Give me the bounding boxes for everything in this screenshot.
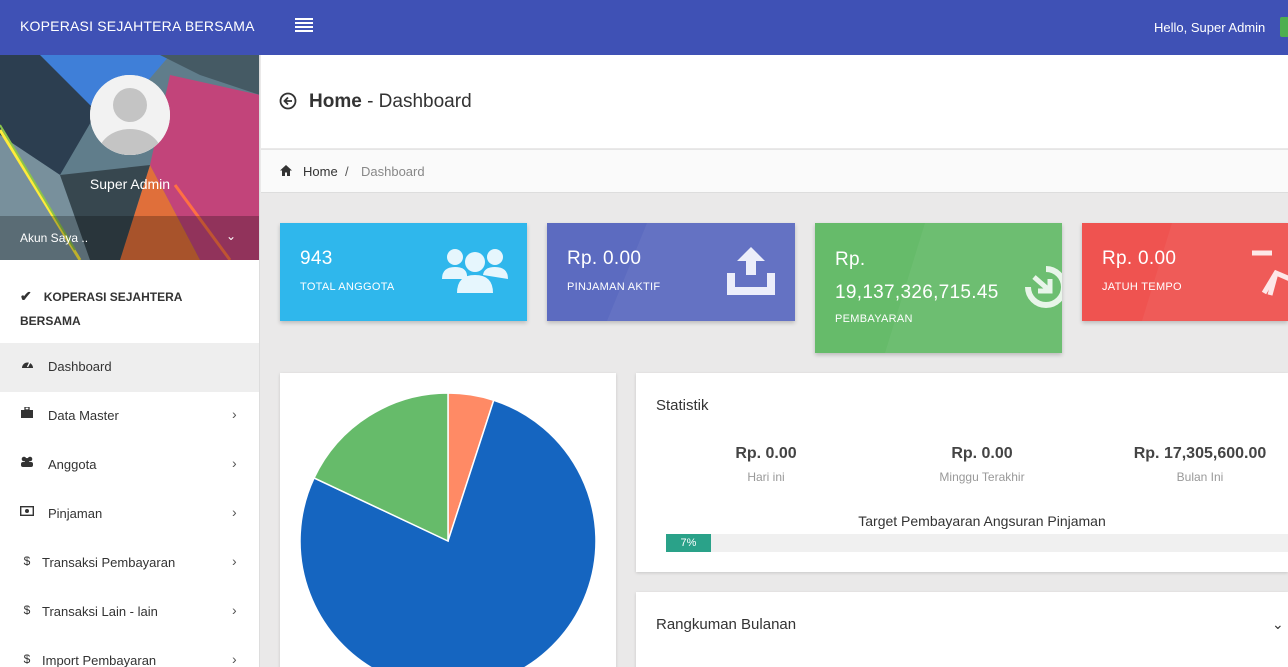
- sidebar-item-label: Pinjaman: [48, 506, 103, 521]
- sidebar-menu: Dashboard Data Master › Anggota › Pinjam…: [0, 343, 259, 667]
- sidebar-item-label: Transaksi Lain - lain: [42, 604, 158, 619]
- breadcrumb-separator: /: [345, 164, 349, 179]
- stat-value: Rp. 0.00: [951, 445, 1013, 462]
- chevron-right-icon: ›: [232, 553, 237, 569]
- home-icon: [280, 165, 292, 176]
- sidebar-item-label: Transaksi Pembayaran: [42, 555, 176, 570]
- statistik-card: Statistik Rp. 0.00 Hari ini Rp. 0.00 Min…: [636, 373, 1288, 572]
- dollar-icon: $: [23, 554, 31, 568]
- pie-chart-card: [280, 373, 616, 667]
- top-navbar: KOPERASI SEJAHTERA BERSAMA Hello, Super …: [0, 0, 1288, 55]
- stat-hari-ini: Rp. 0.00 Hari ini: [666, 445, 866, 484]
- info-box-caption: JATUH TEMPO: [1102, 281, 1182, 293]
- info-box-pembayaran[interactable]: Rp. 19,137,326,715.45 PEMBAYARAN: [815, 223, 1062, 353]
- sidebar-item-anggota[interactable]: Anggota ›: [0, 441, 259, 490]
- chevron-down-icon[interactable]: ⌄: [1272, 616, 1284, 633]
- info-box-caption: PINJAMAN AKTIF: [567, 281, 661, 293]
- dashboard-icon: [20, 358, 34, 372]
- rangkuman-title: Rangkuman Bulanan: [656, 616, 797, 633]
- pen-nib-icon: [1252, 250, 1288, 296]
- briefcase-icon: [20, 406, 34, 421]
- refresh-arrow-icon: [1025, 266, 1062, 308]
- page-title-main: Home: [309, 91, 362, 112]
- rangkuman-bulanan-card[interactable]: Rangkuman Bulanan ⌄: [636, 592, 1288, 667]
- check-icon: ✔: [20, 288, 32, 304]
- breadcrumb-current: Dashboard: [361, 164, 425, 179]
- pie-chart[interactable]: [280, 373, 616, 667]
- page-title: Home - Dashboard: [309, 91, 472, 113]
- page-header: Home - Dashboard: [261, 55, 1288, 148]
- stat-label: Minggu Terakhir: [939, 470, 1025, 484]
- group-icon: [442, 249, 508, 293]
- sidebar-item-transaksi-lain[interactable]: $ Transaksi Lain - lain ›: [0, 588, 259, 637]
- sidebar-section-title: ✔ KOPERASI SEJAHTERA BERSAMA: [20, 288, 182, 328]
- dollar-icon: $: [23, 603, 31, 617]
- sidebar-item-pinjaman[interactable]: Pinjaman ›: [0, 490, 259, 539]
- sidebar-item-dashboard[interactable]: Dashboard: [0, 343, 259, 392]
- user-panel: Super Admin Akun Saya .. ⌄: [0, 55, 259, 260]
- breadcrumb: Home / Dashboard: [261, 149, 1288, 193]
- info-box-jatuh-tempo[interactable]: Rp. 0.00 JATUH TEMPO: [1082, 223, 1288, 321]
- stat-minggu-terakhir: Rp. 0.00 Minggu Terakhir: [882, 445, 1082, 484]
- user-greeting[interactable]: Hello, Super Admin: [1154, 20, 1265, 35]
- info-box-caption: PEMBAYARAN: [835, 313, 913, 325]
- menu-toggle-icon[interactable]: [295, 18, 313, 34]
- chevron-right-icon: ›: [232, 602, 237, 618]
- page-title-sub: - Dashboard: [361, 91, 472, 112]
- account-dropdown[interactable]: Akun Saya .. ⌄: [0, 216, 259, 260]
- sidebar-item-label: Anggota: [48, 457, 97, 472]
- info-box-value: Rp. 0.00: [567, 248, 642, 269]
- info-box-value: 943: [300, 248, 333, 269]
- info-box-pinjaman-aktif[interactable]: Rp. 0.00 PINJAMAN AKTIF: [547, 223, 795, 321]
- target-progress-bar: 7%: [666, 534, 1288, 552]
- breadcrumb-home-link[interactable]: Home: [303, 164, 338, 179]
- sidebar-item-data-master[interactable]: Data Master ›: [0, 392, 259, 441]
- sidebar-item-label: Dashboard: [48, 359, 112, 374]
- users-icon: [20, 456, 34, 470]
- sidebar-item-label: Import Pembayaran: [42, 653, 157, 667]
- sidebar-username: Super Admin: [89, 176, 171, 192]
- money-icon: [19, 505, 35, 519]
- stat-value: Rp. 17,305,600.00: [1133, 445, 1267, 462]
- chevron-down-icon: ⌄: [226, 229, 237, 243]
- info-box-value: Rp. 0.00: [1102, 248, 1177, 269]
- back-arrow-icon[interactable]: [279, 92, 297, 110]
- stat-label: Hari ini: [747, 470, 785, 484]
- target-label: Target Pembayaran Angsuran Pinjaman: [858, 513, 1106, 529]
- stat-label: Bulan Ini: [1176, 470, 1224, 484]
- info-box-caption: TOTAL ANGGOTA: [300, 281, 395, 293]
- upload-tray-icon: [727, 247, 775, 295]
- dollar-icon: $: [23, 652, 31, 666]
- info-box-total-anggota[interactable]: 943 TOTAL ANGGOTA: [280, 223, 527, 321]
- statistik-title: Statistik: [656, 397, 709, 414]
- stat-bulan-ini: Rp. 17,305,600.00 Bulan Ini: [1100, 445, 1288, 484]
- chevron-right-icon: ›: [232, 651, 237, 667]
- info-box-value: Rp. 19,137,326,715.45: [835, 249, 999, 303]
- chevron-right-icon: ›: [232, 504, 237, 520]
- progress-fill: 7%: [666, 534, 711, 552]
- account-label: Akun Saya ..: [20, 231, 89, 245]
- sidebar: Super Admin Akun Saya .. ⌄ ✔ KOPERASI SEJ…: [0, 55, 260, 667]
- chevron-right-icon: ›: [232, 455, 237, 471]
- sidebar-item-transaksi-pembayaran[interactable]: $ Transaksi Pembayaran ›: [0, 539, 259, 588]
- brand-name[interactable]: KOPERASI SEJAHTERA BERSAMA: [20, 18, 255, 34]
- avatar[interactable]: [90, 75, 170, 155]
- notification-badge[interactable]: [1280, 17, 1288, 37]
- sidebar-item-label: Data Master: [48, 408, 119, 423]
- chevron-right-icon: ›: [232, 406, 237, 422]
- sidebar-item-import-pembayaran[interactable]: $ Import Pembayaran ›: [0, 637, 259, 667]
- stat-value: Rp. 0.00: [735, 445, 797, 462]
